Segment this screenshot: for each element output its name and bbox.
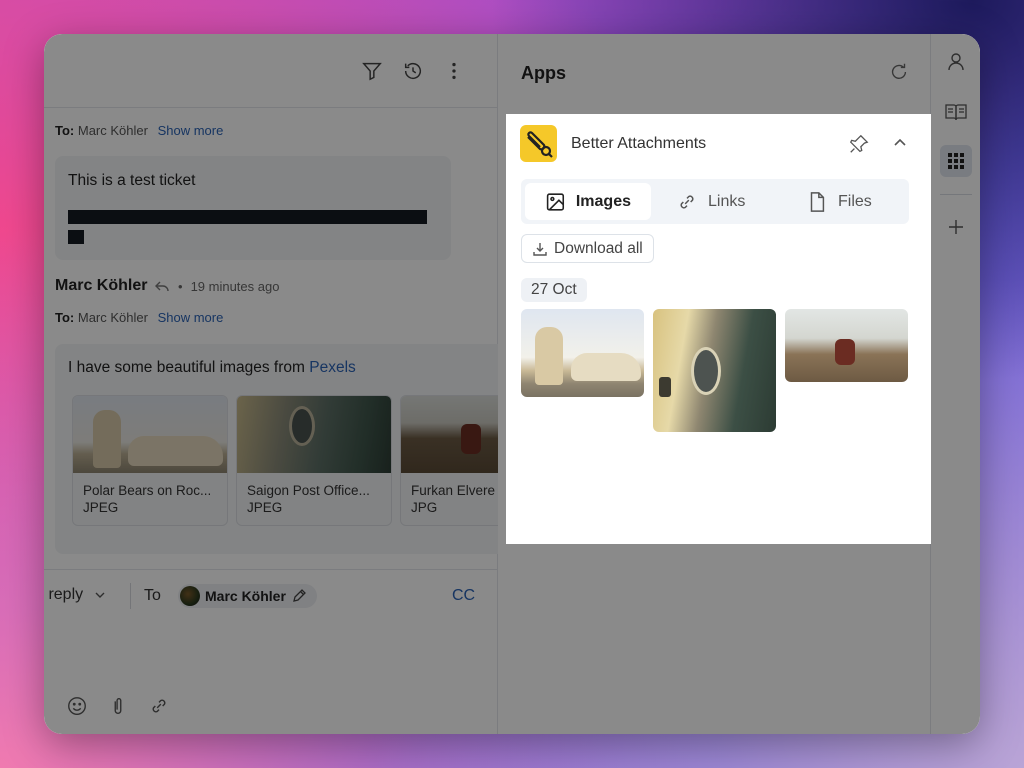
sender-meta: • 19 minutes ago (154, 279, 279, 294)
tab-label: Images (575, 192, 631, 210)
edit-pencil-icon[interactable] (291, 588, 307, 604)
attachment-thumbnail (237, 396, 391, 473)
attachment-name: Polar Bears on Roc... (83, 483, 212, 498)
download-all-label: Download all (554, 239, 643, 257)
refresh-icon[interactable] (888, 61, 910, 83)
attachment-card[interactable]: Furkan Elvere JPG (400, 395, 510, 526)
attachment-type: JPG (411, 500, 438, 515)
attachment-name: Saigon Post Office... (247, 483, 370, 498)
divider (130, 583, 131, 609)
rail-divider (940, 194, 972, 195)
to-label: To: (55, 310, 75, 325)
recipient-name: Marc Köhler (77, 123, 148, 138)
history-icon[interactable] (402, 60, 424, 82)
attachment-tabs: Images Links Files (521, 179, 909, 224)
message-text: I have some beautiful images from (68, 359, 310, 376)
pin-icon[interactable] (848, 133, 870, 155)
attachment-card[interactable]: Polar Bears on Roc... JPEG (72, 395, 228, 526)
recipient-name: Marc Köhler (77, 310, 148, 325)
show-more-link[interactable]: Show more (158, 310, 224, 325)
reply-icon (155, 281, 169, 291)
chevron-down-icon (95, 592, 105, 598)
recipient-line: To: Marc Köhler Show more (55, 310, 223, 325)
gallery-image[interactable] (785, 309, 908, 382)
pexels-link[interactable]: Pexels (309, 359, 356, 376)
plus-icon[interactable] (940, 211, 972, 243)
recipient-name: Marc Köhler (205, 588, 286, 604)
reply-type-selector[interactable]: c reply (44, 586, 106, 604)
attachment-type: JPEG (83, 500, 119, 515)
gallery-image[interactable] (653, 309, 776, 432)
sender-name: Marc Köhler (55, 277, 148, 294)
attachment-thumbnail (401, 396, 509, 473)
recipient-line: To: Marc Köhler Show more (55, 123, 223, 138)
link-icon[interactable] (148, 695, 170, 717)
attachment-thumbnail (73, 396, 227, 473)
apps-title: Apps (521, 63, 566, 83)
more-vertical-icon[interactable] (443, 60, 465, 82)
show-more-link[interactable]: Show more (158, 123, 224, 138)
emoji-icon[interactable] (66, 695, 88, 717)
recipient-chip[interactable]: Marc Köhler (178, 584, 317, 608)
date-group-badge: 27 Oct (521, 278, 587, 302)
tab-label: Files (838, 192, 872, 210)
image-icon (546, 192, 565, 211)
attachment-name: Furkan Elvere (411, 483, 496, 498)
message-body: This is a test ticket (68, 172, 196, 189)
filter-icon[interactable] (361, 60, 383, 82)
attachment-card[interactable]: Saigon Post Office... JPEG (236, 395, 392, 526)
cc-button[interactable]: CC (452, 587, 475, 605)
message-body: I have some beautiful images from Pexels (68, 359, 356, 377)
message-bubble: This is a test ticket (55, 156, 451, 260)
download-all-button[interactable]: Download all (521, 234, 654, 263)
better-attachments-card: Better Attachments Images Links Files Do… (506, 114, 931, 544)
file-icon (810, 191, 825, 212)
link-icon (680, 195, 694, 208)
apps-grid-icon[interactable] (940, 145, 972, 177)
to-label: To: (55, 123, 75, 138)
redacted-block (68, 210, 427, 224)
reply-composer: c reply To Marc Köhler CC (44, 569, 498, 734)
download-icon (533, 242, 547, 256)
separator-dot: • (178, 279, 183, 294)
ticket-pane: To: Marc Köhler Show more This is a test… (44, 34, 510, 734)
app-window: To: Marc Köhler Show more This is a test… (44, 34, 980, 734)
tab-label: Links (708, 192, 746, 210)
app-name: Better Attachments (571, 135, 707, 152)
tab-images[interactable]: Images (525, 183, 651, 220)
better-attachments-logo (520, 125, 557, 162)
ticket-header (44, 34, 497, 108)
book-icon[interactable] (940, 96, 972, 128)
avatar (180, 586, 200, 606)
reply-type-label: c reply (44, 586, 84, 603)
right-rail (931, 34, 980, 734)
redacted-block (68, 230, 84, 244)
tab-files[interactable]: Files (786, 183, 892, 220)
gallery-image[interactable] (521, 309, 644, 397)
to-label: To (144, 587, 161, 604)
paperclip-search-icon (527, 131, 553, 158)
tab-links[interactable]: Links (656, 183, 765, 220)
apps-panel: Apps Better Attachments Images Links Fil… (498, 34, 931, 734)
user-icon[interactable] (940, 46, 972, 78)
chevron-up-icon[interactable] (890, 133, 910, 153)
message-time: 19 minutes ago (190, 279, 280, 294)
paperclip-icon[interactable] (107, 695, 129, 717)
attachment-type: JPEG (247, 500, 283, 515)
